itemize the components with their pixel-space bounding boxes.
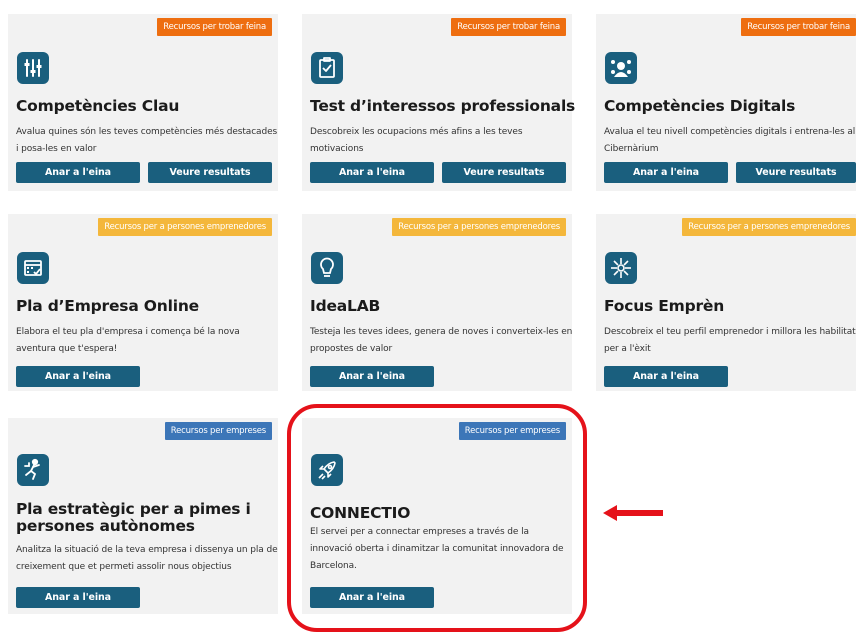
red-arrow-icon	[603, 505, 663, 521]
category-tag: Recursos per a persones emprenedores	[682, 218, 856, 236]
card-title: Test d’interessos professionals	[310, 97, 576, 115]
card-idealab: Recursos per a persones emprenedores Ide…	[302, 214, 572, 391]
card-title: IdeaLAB	[310, 297, 381, 315]
card-description: Avalua el teu nivell competències digita…	[604, 127, 856, 154]
equalizer-icon	[17, 52, 49, 84]
card-description: El servei per a connectar empreses a tra…	[310, 527, 564, 571]
card-title: Competències Digitals	[604, 97, 796, 115]
go-to-tool-button[interactable]: Anar a l'eina	[604, 366, 728, 387]
go-to-tool-button[interactable]: Anar a l'eina	[604, 162, 728, 183]
card-title: CONNECTIO	[310, 504, 411, 522]
checklist-icon	[311, 52, 343, 84]
go-to-tool-button[interactable]: Anar a l'eina	[310, 162, 434, 183]
card-title: Competències Clau	[16, 97, 180, 115]
category-tag: Recursos per trobar feina	[741, 18, 856, 36]
card-test-interessos: Recursos per trobar feina Test d’interes…	[302, 14, 576, 191]
category-tag: Recursos per empreses	[164, 422, 272, 440]
climbing-person-icon	[17, 454, 49, 486]
network-user-icon	[605, 52, 637, 84]
card-title: Pla estratègic per a pimes i persones au…	[16, 500, 251, 535]
go-to-tool-button[interactable]: Anar a l'eina	[310, 366, 434, 387]
view-results-button[interactable]: Veure resultats	[736, 162, 856, 183]
view-results-button[interactable]: Veure resultats	[148, 162, 272, 183]
card-description: Testeja les teves idees, genera de noves…	[310, 327, 573, 354]
category-tag: Recursos per a persones emprenedores	[98, 218, 272, 236]
calendar-check-icon	[17, 252, 49, 284]
card-description: Analitza la situació de la teva empresa …	[16, 545, 278, 572]
card-description: Avalua quines són les teves competències…	[16, 127, 278, 154]
go-to-tool-button[interactable]: Anar a l'eina	[16, 162, 140, 183]
go-to-tool-button[interactable]: Anar a l'eina	[310, 587, 434, 608]
go-to-tool-button[interactable]: Anar a l'eina	[16, 587, 140, 608]
category-tag: Recursos per trobar feina	[157, 18, 272, 36]
card-description: Descobreix el teu perfil emprenedor i mi…	[604, 327, 856, 354]
card-pla-estrategic: Recursos per empreses Pla estratègic per…	[8, 418, 278, 614]
focus-burst-icon	[605, 252, 637, 284]
category-tag: Recursos per a persones emprenedores	[392, 218, 566, 236]
card-connectio: Recursos per empreses CONNECTIO El serve…	[302, 418, 572, 614]
rocket-icon	[311, 454, 343, 486]
card-competencies-digitals: Recursos per trobar feina Competències D…	[596, 14, 856, 191]
card-pla-empresa: Recursos per a persones emprenedores Pla…	[8, 214, 278, 391]
card-description: Elabora el teu pla d'empresa i comença b…	[16, 327, 240, 354]
card-focus-empren: Recursos per a persones emprenedores Foc…	[596, 214, 856, 391]
category-tag: Recursos per trobar feina	[451, 18, 566, 36]
go-to-tool-button[interactable]: Anar a l'eina	[16, 366, 140, 387]
card-title: Pla d’Empresa Online	[16, 297, 199, 315]
view-results-button[interactable]: Veure resultats	[442, 162, 566, 183]
category-tag: Recursos per empreses	[458, 422, 566, 440]
card-title: Focus Emprèn	[604, 297, 725, 315]
card-competencies-clau: Recursos per trobar feina Competències C…	[8, 14, 278, 191]
card-description: Descobreix les ocupacions més afins a le…	[310, 127, 523, 154]
lightbulb-icon	[311, 252, 343, 284]
